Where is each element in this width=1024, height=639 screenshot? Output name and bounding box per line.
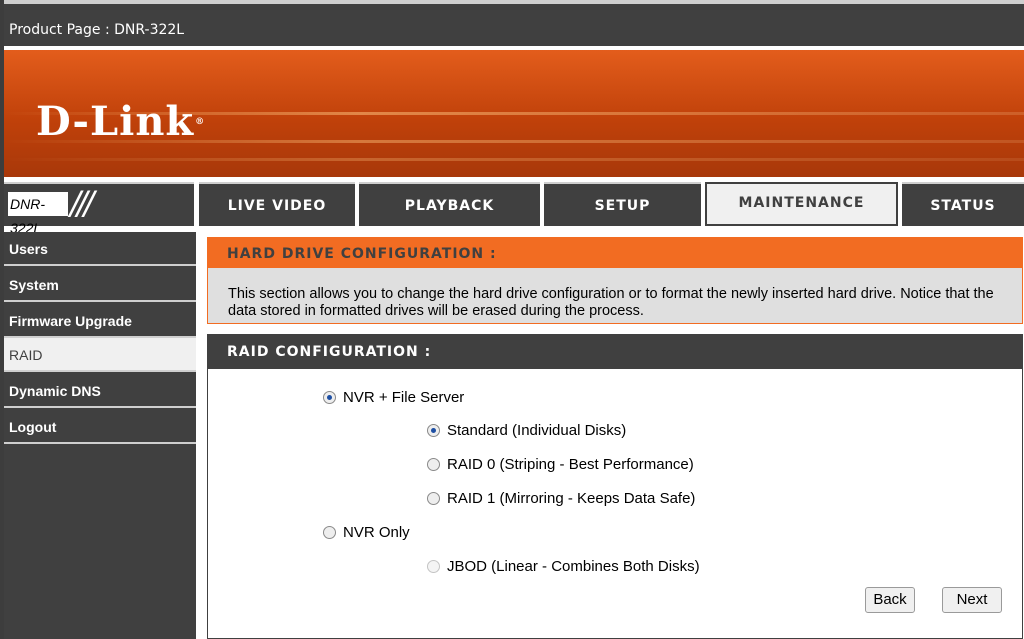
tab-setup[interactable]: SETUP [544,182,701,226]
window-title: Product Page : DNR-322L [9,22,185,38]
sidebar-item-users[interactable]: Users [4,232,196,266]
window-title-bar: Product Page : DNR-322L [4,0,1024,50]
radio-selected-icon[interactable] [323,391,336,404]
radio-unselected-icon[interactable] [427,492,440,505]
option-raid1[interactable]: RAID 1 (Mirroring - Keeps Data Safe) [427,489,695,509]
raid-config-heading: RAID CONFIGURATION : [207,334,1023,369]
option-nvr-only[interactable]: NVR Only [323,523,410,543]
radio-disabled-icon [427,560,440,573]
sidebar-item-raid[interactable]: RAID [4,338,196,372]
radio-unselected-icon[interactable] [427,458,440,471]
sidebar-item-system[interactable]: System [4,268,196,302]
option-raid0[interactable]: RAID 0 (Striping - Best Performance) [427,455,694,475]
sidebar: Users System Firmware Upgrade RAID Dynam… [4,232,196,639]
header-banner: D-Link® [4,50,1024,177]
model-badge: DNR-322L /// [4,182,194,236]
dlink-logo: D-Link® [36,98,206,145]
radio-selected-icon[interactable] [427,424,440,437]
radio-unselected-icon[interactable] [323,526,336,539]
sidebar-item-firmware-upgrade[interactable]: Firmware Upgrade [4,304,196,338]
back-button[interactable]: Back [865,587,915,613]
registered-mark: ® [195,117,206,127]
tab-live-video[interactable]: LIVE VIDEO [199,182,355,226]
main-nav: DNR-322L /// LIVE VIDEO PLAYBACK SETUP M… [4,177,1024,236]
main-content: HARD DRIVE CONFIGURATION : This section … [207,237,1023,639]
option-jbod: JBOD (Linear - Combines Both Disks) [427,557,700,577]
model-label: DNR-322L [8,192,68,236]
option-nvr-file-server[interactable]: NVR + File Server [323,388,464,408]
tab-playback[interactable]: PLAYBACK [359,182,540,226]
tab-maintenance[interactable]: MAINTENANCE [705,182,898,226]
raid-config-panel: NVR + File Server Standard (Individual D… [207,369,1023,639]
hdd-config-heading: HARD DRIVE CONFIGURATION : [207,237,1023,267]
next-button[interactable]: Next [942,587,1002,613]
model-slashes: /// [70,184,94,222]
sidebar-item-dynamic-dns[interactable]: Dynamic DNS [4,374,196,408]
sidebar-item-logout[interactable]: Logout [4,410,196,444]
option-standard[interactable]: Standard (Individual Disks) [427,421,626,441]
hdd-config-description: This section allows you to change the ha… [207,267,1023,324]
tab-status[interactable]: STATUS [902,182,1024,226]
